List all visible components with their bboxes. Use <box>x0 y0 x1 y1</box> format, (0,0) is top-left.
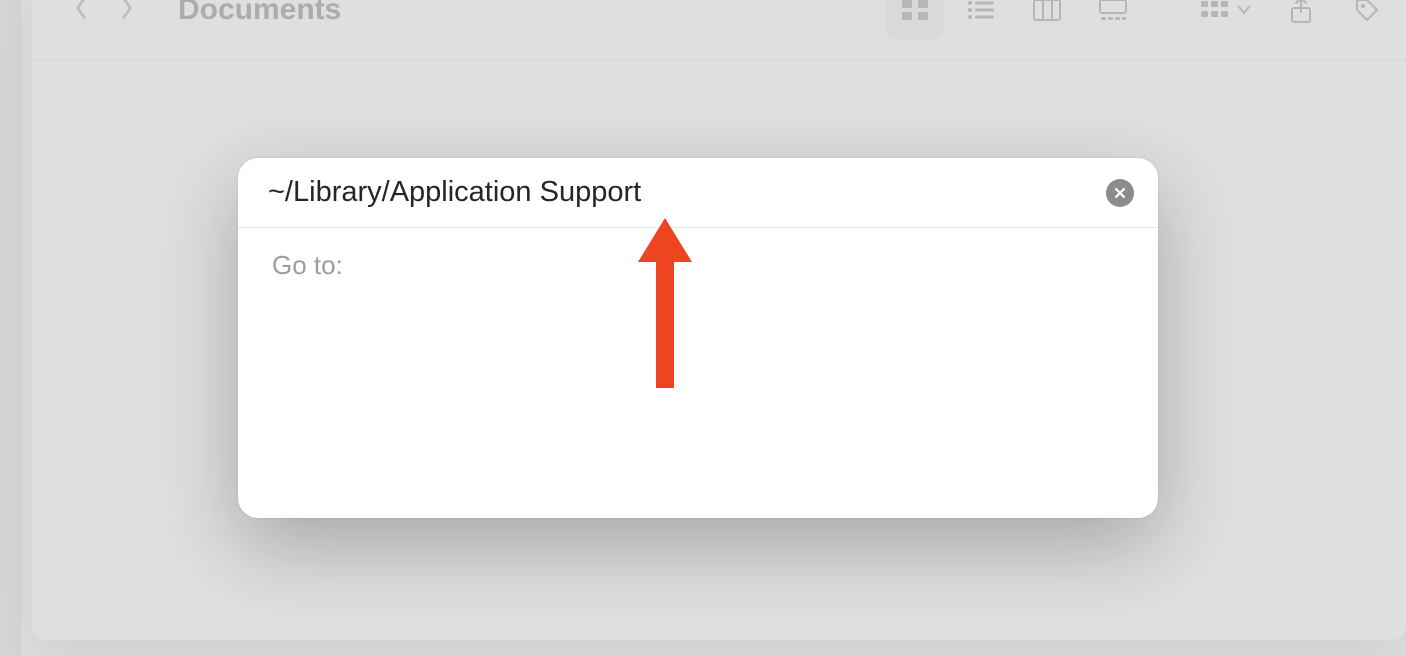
goto-path-input[interactable] <box>268 176 1106 209</box>
clear-input-button[interactable] <box>1106 179 1134 207</box>
goto-input-row <box>238 158 1158 228</box>
goto-folder-dialog: Go to: <box>238 158 1158 518</box>
close-icon <box>1114 187 1126 199</box>
goto-label: Go to: <box>272 250 1124 281</box>
